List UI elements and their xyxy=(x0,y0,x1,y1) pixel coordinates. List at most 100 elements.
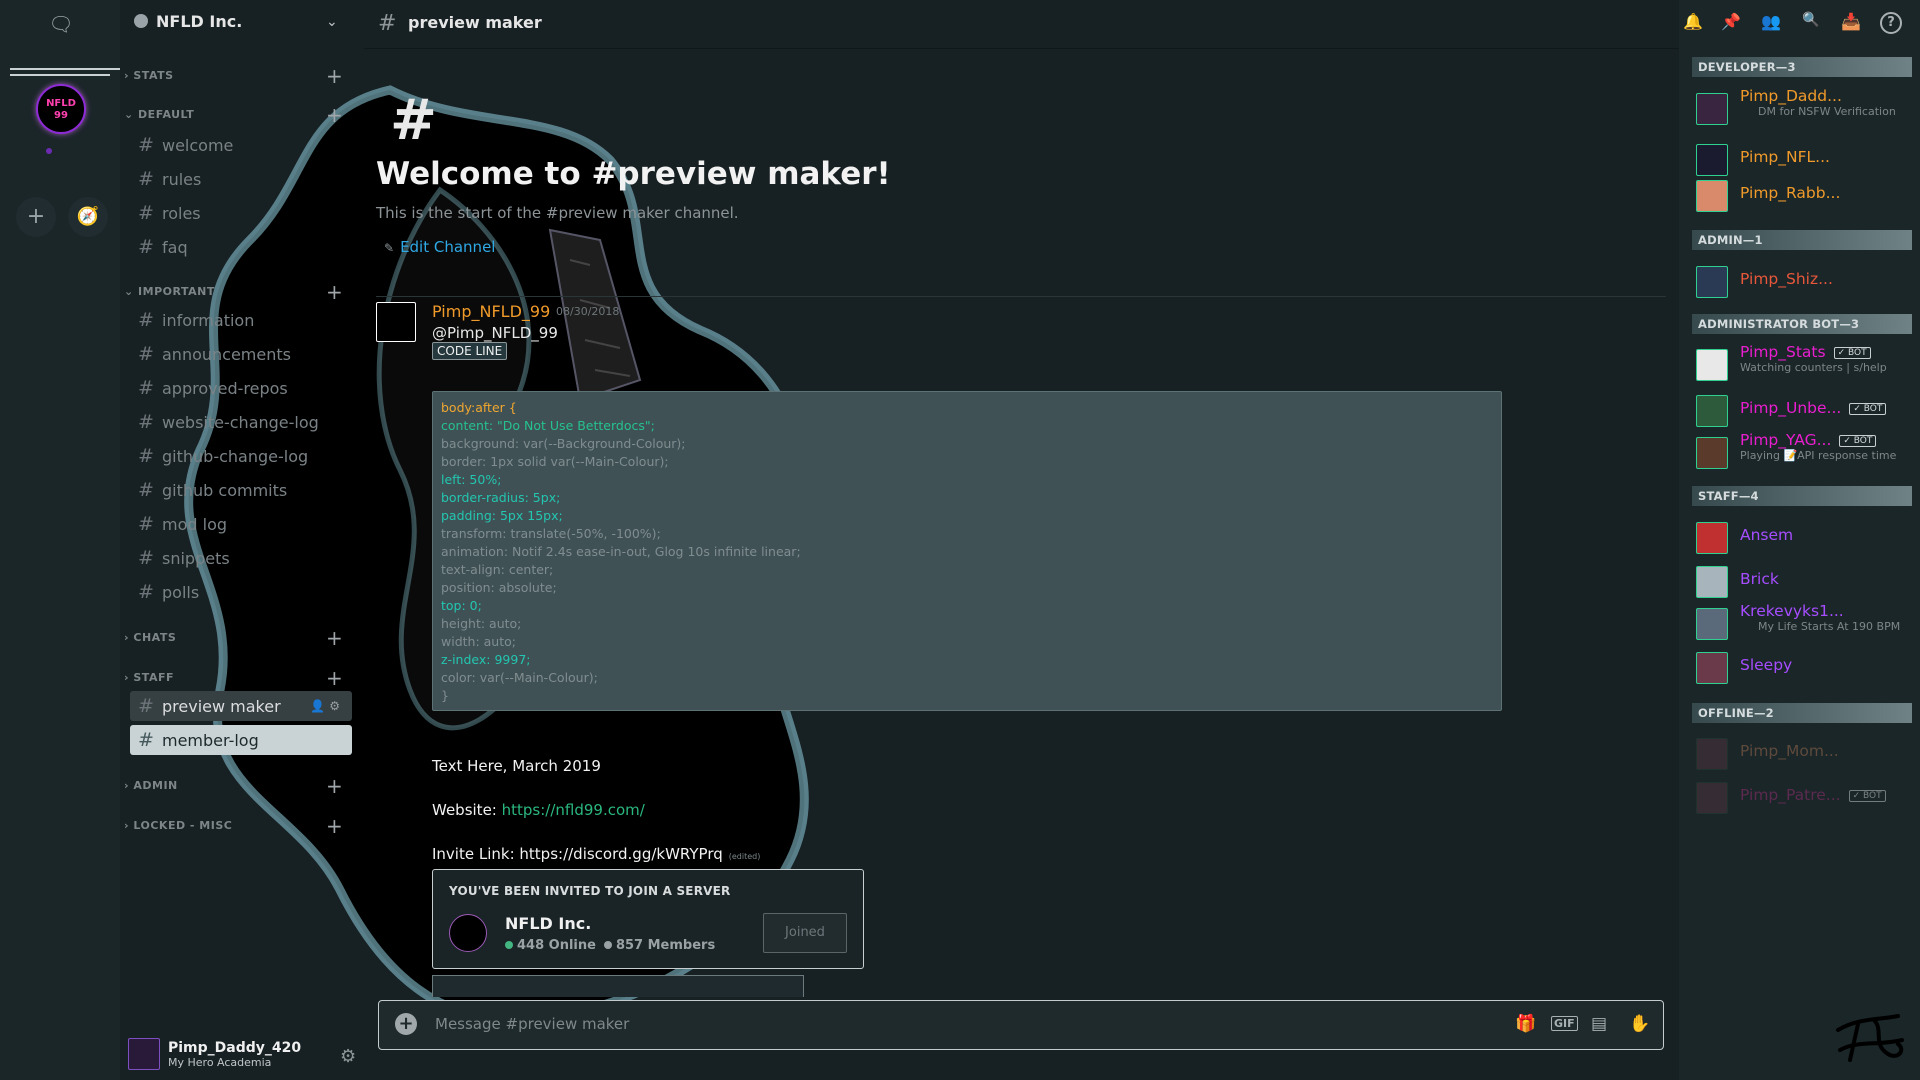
channel-label: polls xyxy=(162,582,200,602)
add-channel-icon[interactable]: + xyxy=(326,628,343,648)
upload-plus-icon[interactable]: + xyxy=(395,1013,417,1035)
channel-title: preview maker xyxy=(408,13,542,32)
explore-servers-icon[interactable]: 🧭 xyxy=(68,197,108,237)
channel-member-log[interactable]: # member-log xyxy=(130,725,352,755)
chevron-down-icon[interactable]: ⌄ xyxy=(326,14,338,30)
member-avatar[interactable] xyxy=(1696,608,1728,640)
add-channel-icon[interactable]: + xyxy=(326,282,343,302)
inbox-icon[interactable]: 📥 xyxy=(1840,12,1862,34)
gear-icon[interactable]: ⚙ xyxy=(340,1046,356,1067)
member-count: 857 Members xyxy=(615,938,716,953)
embed-preview xyxy=(432,975,804,997)
website-link[interactable]: https://nfld99.com/ xyxy=(502,801,645,819)
code-line-button[interactable]: CODE LINE xyxy=(432,342,508,360)
member-entry[interactable]: Brick xyxy=(1740,570,1779,588)
member-avatar[interactable] xyxy=(1696,738,1728,770)
member-avatar[interactable] xyxy=(1696,566,1728,598)
gift-icon[interactable]: 🎁 xyxy=(1515,1014,1536,1034)
member-entry[interactable]: Pimp_Unbe... ✓ BOT xyxy=(1740,399,1887,417)
emoji-icon[interactable]: ✋ xyxy=(1629,1014,1650,1034)
category-staff[interactable]: › STAFF xyxy=(124,671,174,684)
message-input[interactable]: Message #preview maker xyxy=(435,1015,629,1033)
category-default[interactable]: ⌄ DEFAULT xyxy=(124,108,194,121)
message-invite-line: Invite Link: https://discord.gg/kWRYPrq (… xyxy=(432,845,760,863)
channel-preview-maker[interactable]: # preview maker 👤⚙ xyxy=(130,691,352,721)
add-channel-icon[interactable]: + xyxy=(326,66,343,86)
category-important[interactable]: ⌄ IMPORTANT xyxy=(124,285,215,298)
channel-github-change-log[interactable]: # github-change-log xyxy=(130,441,352,471)
message-avatar[interactable] xyxy=(376,302,416,342)
direct-messages-icon[interactable]: 🗨 xyxy=(44,12,78,40)
server-name[interactable]: NFLD Inc. xyxy=(156,12,242,31)
member-entry[interactable]: Pimp_Stats ✓ BOT Watching counters | s/hel… xyxy=(1740,343,1887,374)
member-name: Pimp_Rabb... xyxy=(1740,184,1841,202)
member-avatar[interactable] xyxy=(1696,522,1728,554)
member-avatar[interactable] xyxy=(1696,652,1728,684)
channel-snippets[interactable]: # snippets xyxy=(130,543,352,573)
member-entry[interactable]: Sleepy xyxy=(1740,656,1792,674)
member-entry[interactable]: Pimp_Shiz... xyxy=(1740,270,1833,288)
member-avatar[interactable] xyxy=(1696,93,1728,125)
channel-polls[interactable]: # polls xyxy=(130,577,352,607)
channel-approved-repos[interactable]: # approved-repos xyxy=(130,373,352,403)
member-avatar[interactable] xyxy=(1696,180,1728,212)
member-avatar[interactable] xyxy=(1696,144,1728,176)
members-icon[interactable]: 👥 xyxy=(1760,12,1782,34)
invite-settings-icons[interactable]: 👤⚙ xyxy=(310,699,344,713)
category-label: DEFAULT xyxy=(138,108,195,121)
add-channel-icon[interactable]: + xyxy=(326,816,343,836)
add-server-icon[interactable]: + xyxy=(16,197,56,237)
hash-icon: # xyxy=(138,134,154,156)
channel-sidebar xyxy=(120,0,364,1080)
add-channel-icon[interactable]: + xyxy=(326,776,343,796)
category-locked-misc[interactable]: › LOCKED - MISC xyxy=(124,819,232,832)
channel-announcements[interactable]: # announcements xyxy=(130,339,352,369)
member-entry[interactable]: Pimp_NFL... xyxy=(1740,148,1830,166)
member-avatar[interactable] xyxy=(1696,349,1728,381)
member-entry[interactable]: Pimp_YAG... ✓ BOT Playing 📝API response ti… xyxy=(1740,431,1896,462)
server-icon-nfld[interactable]: NFLD 99 xyxy=(36,84,86,134)
member-entry[interactable]: Pimp_Rabb... xyxy=(1740,184,1840,202)
channel-rules[interactable]: # rules xyxy=(130,164,352,194)
channel-faq[interactable]: # faq xyxy=(130,232,352,262)
member-entry[interactable]: Krekevyks1... My Life Starts At 190 BPM xyxy=(1740,602,1900,633)
sticker-icon[interactable]: ▤ xyxy=(1591,1014,1607,1034)
add-channel-icon[interactable]: + xyxy=(326,668,343,688)
member-entry[interactable]: Pimp_Patre... ✓ BOT xyxy=(1740,786,1886,804)
member-avatar[interactable] xyxy=(1696,395,1728,427)
channel-roles[interactable]: # roles xyxy=(130,198,352,228)
add-channel-icon[interactable]: + xyxy=(326,105,343,125)
user-avatar[interactable] xyxy=(128,1038,160,1070)
channel-website-change-log[interactable]: # website-change-log xyxy=(130,407,352,437)
edit-channel-link[interactable]: ✎ Edit Channel xyxy=(384,238,495,256)
invite-server-icon[interactable] xyxy=(449,914,487,952)
member-avatar[interactable] xyxy=(1696,437,1728,469)
user-mention[interactable]: @Pimp_NFLD_99 xyxy=(432,324,558,342)
member-entry[interactable]: Pimp_Dadd... DM for NSFW Verification xyxy=(1740,87,1896,118)
pin-icon[interactable]: 📌 xyxy=(1720,12,1742,34)
channel-welcome[interactable]: # welcome xyxy=(130,130,352,160)
gif-icon[interactable]: GIF xyxy=(1551,1016,1578,1031)
joined-button[interactable]: Joined xyxy=(763,913,847,953)
message-author[interactable]: Pimp_NFLD_99 xyxy=(432,302,550,321)
invite-server-name[interactable]: NFLD Inc. xyxy=(505,914,591,933)
category-chats[interactable]: › CHATS xyxy=(124,631,176,644)
bell-icon[interactable]: 🔔 xyxy=(1682,12,1704,34)
member-entry[interactable]: Pimp_Mom... xyxy=(1740,742,1839,760)
invite-link[interactable]: https://discord.gg/kWRYPrq xyxy=(519,845,722,863)
code-line: border-radius: 5px; xyxy=(441,490,561,505)
category-admin[interactable]: › ADMIN xyxy=(124,779,178,792)
help-icon[interactable]: ? xyxy=(1880,12,1902,34)
category-label: LOCKED - MISC xyxy=(133,819,233,832)
search-icon[interactable]: 🔍 xyxy=(1800,12,1822,34)
channel-mod-log[interactable]: # mod log xyxy=(130,509,352,539)
message-input-box[interactable]: + Message #preview maker 🎁 GIF ▤ ✋ xyxy=(378,1000,1664,1050)
username: Pimp_Daddy_420 xyxy=(168,1040,302,1056)
member-entry[interactable]: Ansem xyxy=(1740,526,1793,544)
category-stats[interactable]: › STATS xyxy=(124,69,174,82)
channel-github-commits[interactable]: # github commits xyxy=(130,475,352,505)
code-line: padding: 5px 15px; xyxy=(441,508,563,523)
channel-information[interactable]: # information xyxy=(130,305,352,335)
member-avatar[interactable] xyxy=(1696,782,1728,814)
member-avatar[interactable] xyxy=(1696,266,1728,298)
